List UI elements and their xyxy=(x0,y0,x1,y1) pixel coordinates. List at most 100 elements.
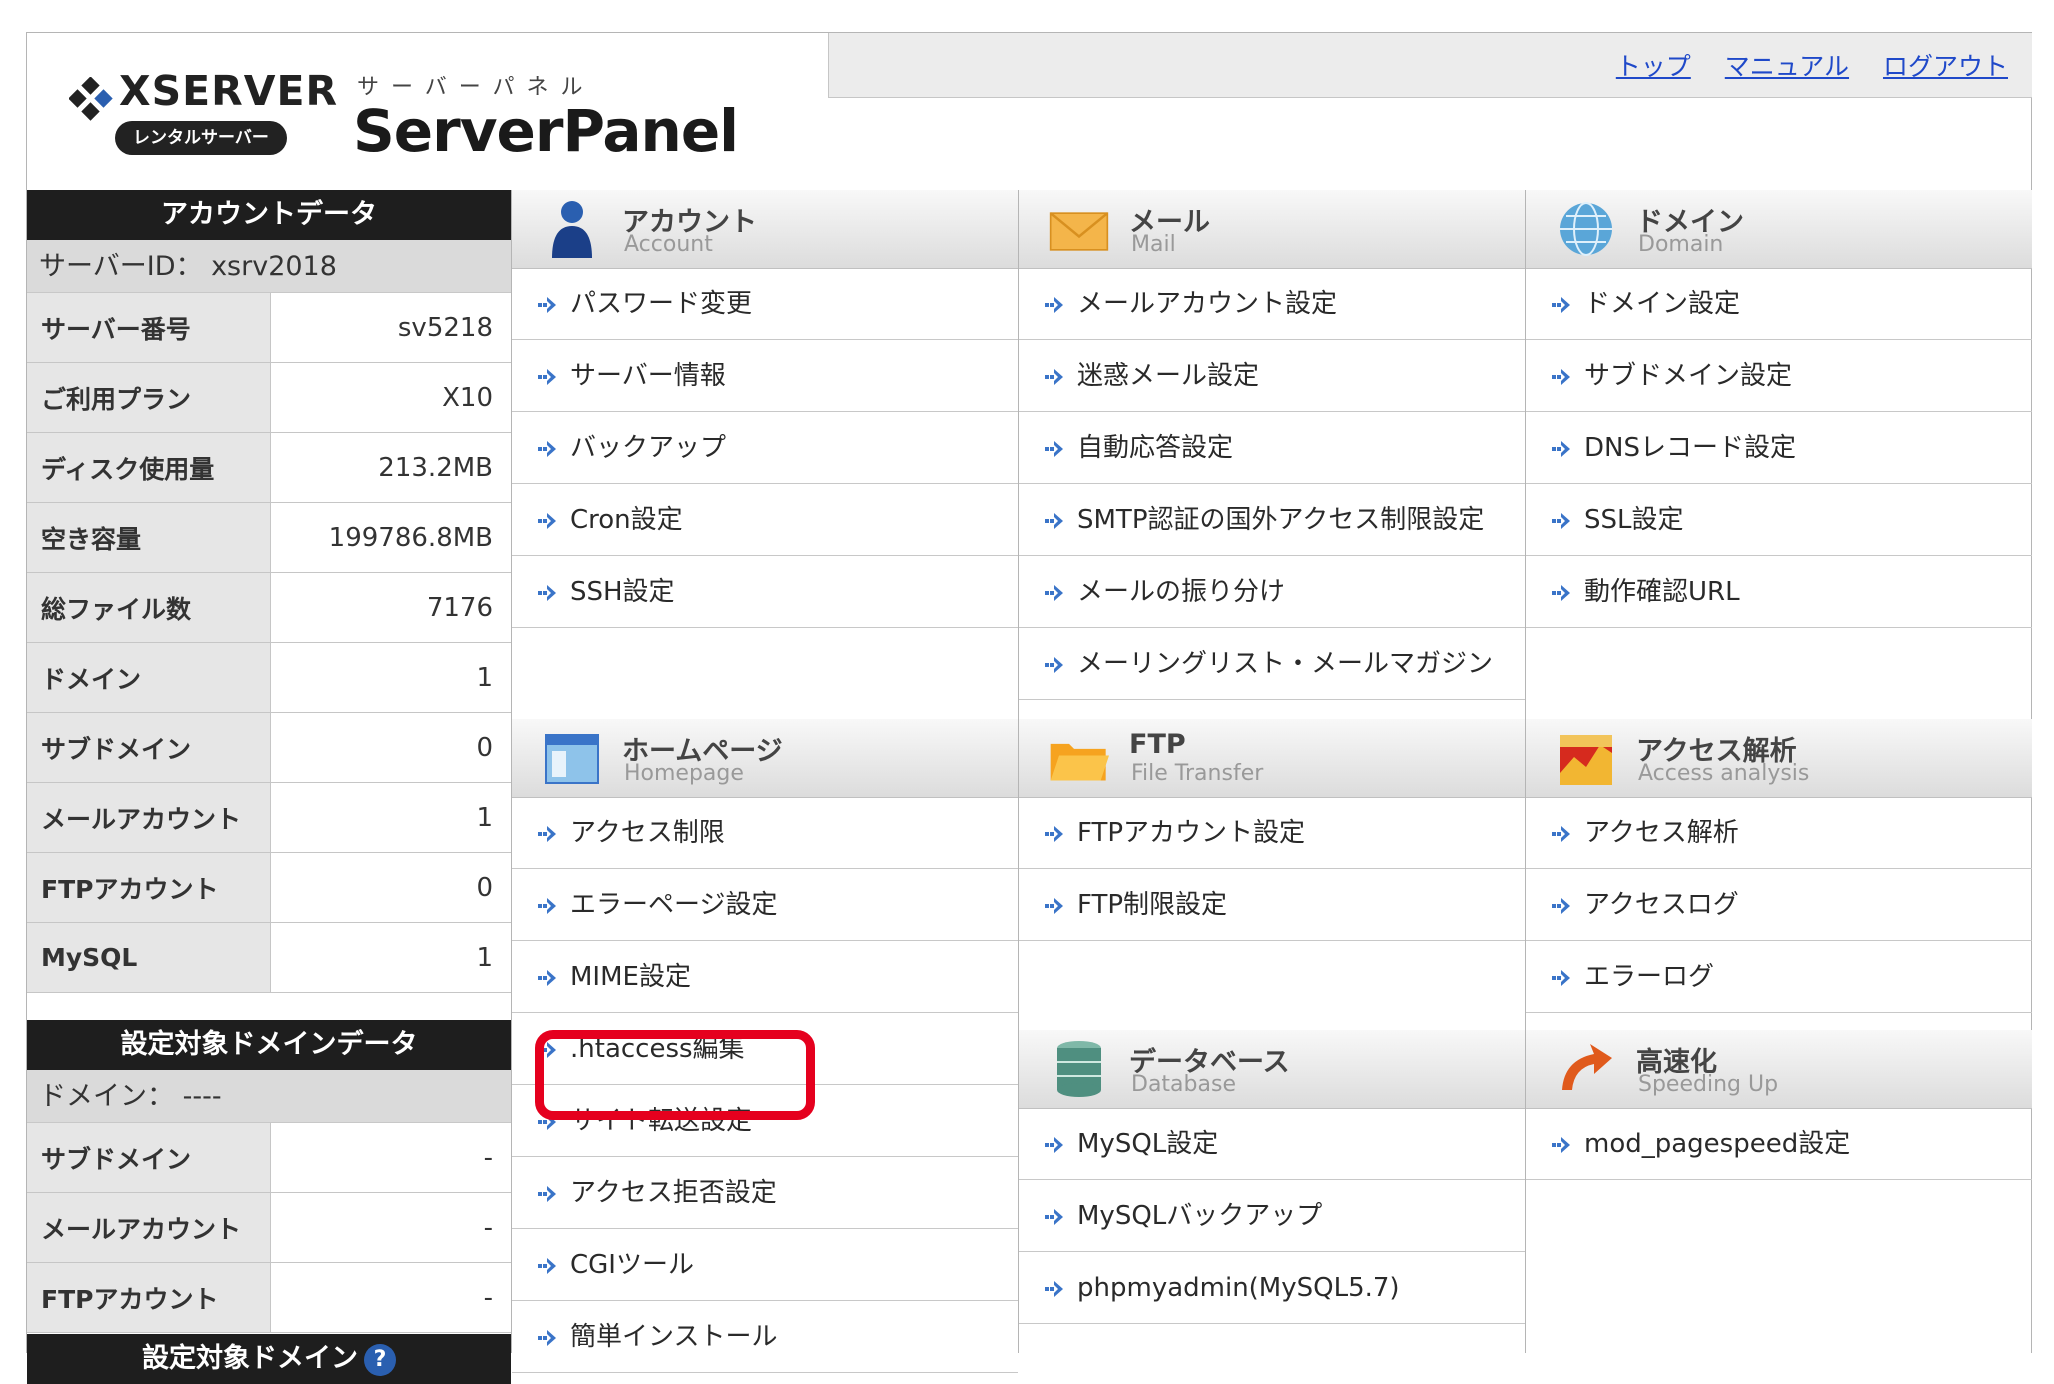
sidebar-row-label: サブドメイン xyxy=(27,1123,271,1192)
arrow-icon xyxy=(1552,513,1570,529)
top-nav: トップ マニュアル ログアウト xyxy=(1590,47,2008,83)
sidebar-row: メールアカウント - xyxy=(27,1193,511,1263)
menu-item-label: アクセス制限 xyxy=(570,818,725,848)
sidebar-row-value: 7176 xyxy=(426,592,493,623)
product-name: ServerPanel xyxy=(353,97,739,165)
homepage-section-header: ホームページ Homepage xyxy=(512,719,1018,798)
menu-item-access[interactable]: アクセス解析 xyxy=(1526,797,2032,869)
sidebar-row: メールアカウント 1 xyxy=(27,783,511,853)
arrow-icon xyxy=(538,1186,556,1202)
sidebar-row-label: サーバー番号 xyxy=(27,293,271,362)
sidebar-row-label: ディスク使用量 xyxy=(27,433,271,502)
arrow-icon xyxy=(538,369,556,385)
menu-item-domain[interactable]: SSL設定 xyxy=(1526,484,2032,556)
header: XSERVER レンタルサーバー サーバーパネル ServerPanel トップ… xyxy=(27,33,2032,189)
menu-item-ftp[interactable]: FTP制限設定 xyxy=(1019,869,1525,941)
menu-item-label: パスワード変更 xyxy=(570,289,753,319)
menu-item-label: ドメイン設定 xyxy=(1584,289,1741,319)
arrow-icon xyxy=(538,970,556,986)
nav-top-link[interactable]: トップ xyxy=(1616,52,1691,81)
menu-item-label: サブドメイン設定 xyxy=(1584,361,1793,391)
folder-icon xyxy=(1050,743,1109,781)
arrow-icon xyxy=(1045,297,1063,313)
menu-item-label: FTP制限設定 xyxy=(1077,890,1228,920)
menu-item-label: 自動応答設定 xyxy=(1077,433,1234,463)
menu-item-label: SMTP認証の国外アクセス制限設定 xyxy=(1077,505,1485,535)
menu-item-account[interactable]: Cron設定 xyxy=(512,484,1018,556)
menu-item-homepage[interactable]: アクセス拒否設定 xyxy=(512,1157,1018,1229)
menu-item-account[interactable]: SSH設定 xyxy=(512,556,1018,628)
sidebar-row-value: 0 xyxy=(476,872,493,903)
column-1: アカウント Account パスワード変更 サーバー情報 バックアップ Cron設定 SSH… xyxy=(511,190,1019,1373)
sidebar-row-value: 1 xyxy=(476,802,493,833)
menu-item-account[interactable]: パスワード変更 xyxy=(512,268,1018,340)
menu-item-mail[interactable]: メールアカウント設定 xyxy=(1019,268,1525,340)
menu-item-homepage[interactable]: アクセス制限 xyxy=(512,797,1018,869)
help-icon[interactable]: ? xyxy=(364,1343,396,1376)
sidebar-row: FTPアカウント 0 xyxy=(27,853,511,923)
section-subtitle: Speeding Up xyxy=(1638,1072,1779,1097)
domain-label: ドメイン： xyxy=(39,1081,174,1112)
mail-icon xyxy=(1049,212,1109,251)
nav-logout-link[interactable]: ログアウト xyxy=(1883,52,2008,81)
menu-item-label: CGIツール xyxy=(570,1250,694,1280)
menu-item-label: エラーページ設定 xyxy=(570,890,778,920)
menu-item-mail[interactable]: 迷惑メール設定 xyxy=(1019,340,1525,412)
arrow-icon xyxy=(1552,898,1570,914)
menu-item-database[interactable]: MySQLバックアップ xyxy=(1019,1180,1525,1252)
arrow-icon xyxy=(1552,297,1570,313)
sidebar: アカウントデータ サーバーID： xsrv2018 サーバー番号 sv5218 ご利… xyxy=(27,190,511,1384)
menu-item-label: DNSレコード設定 xyxy=(1584,433,1796,463)
sidebar-row-label: MySQL xyxy=(27,923,271,992)
server-panel-frame: XSERVER レンタルサーバー サーバーパネル ServerPanel トップ… xyxy=(26,32,2032,1384)
sidebar-row-label: 空き容量 xyxy=(27,503,271,572)
menu-item-domain[interactable]: DNSレコード設定 xyxy=(1526,412,2032,484)
arrow-icon xyxy=(1045,585,1063,601)
target-domain: ドメイン： ---- xyxy=(27,1070,511,1123)
domain-section-header: ドメイン Domain xyxy=(1526,190,2032,269)
arrow-icon xyxy=(538,441,556,457)
menu-item-homepage[interactable]: MIME設定 xyxy=(512,941,1018,1013)
menu-item-homepage[interactable]: 簡単インストール xyxy=(512,1301,1018,1373)
menu-item-speed[interactable]: mod_pagespeed設定 xyxy=(1526,1108,2032,1180)
database-section-header: データベース Database xyxy=(1019,1030,1525,1109)
menu-item-mail[interactable]: メールの振り分け xyxy=(1019,556,1525,628)
menu-item-mail[interactable]: SMTP認証の国外アクセス制限設定 xyxy=(1019,484,1525,556)
arrow-icon xyxy=(1045,369,1063,385)
menu-item-account[interactable]: バックアップ xyxy=(512,412,1018,484)
menu-item-database[interactable]: MySQL設定 xyxy=(1019,1108,1525,1180)
access-section-header: アクセス解析 Access analysis xyxy=(1526,719,2032,798)
menu-item-homepage[interactable]: エラーページ設定 xyxy=(512,869,1018,941)
menu-item-domain[interactable]: ドメイン設定 xyxy=(1526,268,2032,340)
menu-item-database[interactable]: phpmyadmin(MySQL5.7) xyxy=(1019,1252,1525,1324)
arrow-icon xyxy=(1552,585,1570,601)
menu-item-label: FTPアカウント設定 xyxy=(1077,818,1306,848)
sidebar-row: 空き容量 199786.8MB xyxy=(27,503,511,573)
database-icon xyxy=(1057,1041,1101,1097)
menu-item-mail[interactable]: メーリングリスト・メールマガジン xyxy=(1019,628,1525,700)
menu-item-homepage[interactable]: CGIツール xyxy=(512,1229,1018,1301)
account-icon xyxy=(552,201,592,258)
sidebar-row-value: - xyxy=(483,1142,493,1173)
section-subtitle: Account xyxy=(624,232,713,257)
menu-item-domain[interactable]: サブドメイン設定 xyxy=(1526,340,2032,412)
menu-item-label: 迷惑メール設定 xyxy=(1077,361,1260,391)
arrow-icon xyxy=(1045,513,1063,529)
menu-item-account[interactable]: サーバー情報 xyxy=(512,340,1018,412)
speed-up-icon xyxy=(1562,1044,1612,1090)
nav-manual-link[interactable]: マニュアル xyxy=(1725,52,1849,81)
menu-item-access[interactable]: エラーログ xyxy=(1526,941,2032,1013)
sidebar-row-value: 213.2MB xyxy=(378,452,493,483)
menu-item-ftp[interactable]: FTPアカウント設定 xyxy=(1019,797,1525,869)
menu-item-mail[interactable]: 自動応答設定 xyxy=(1019,412,1525,484)
menu-item-access[interactable]: アクセスログ xyxy=(1526,869,2032,941)
sidebar-row-label: メールアカウント xyxy=(27,783,271,852)
arrow-icon xyxy=(538,1258,556,1274)
menu-item-domain[interactable]: 動作確認URL xyxy=(1526,556,2032,628)
xserver-logo-icon xyxy=(69,77,113,121)
menu-item-label: phpmyadmin(MySQL5.7) xyxy=(1077,1273,1400,1303)
section-title: FTP xyxy=(1129,729,1186,760)
arrow-icon xyxy=(1552,369,1570,385)
menu-item-label: SSL設定 xyxy=(1584,505,1684,535)
server-id-label: サーバーID： xyxy=(39,251,203,282)
